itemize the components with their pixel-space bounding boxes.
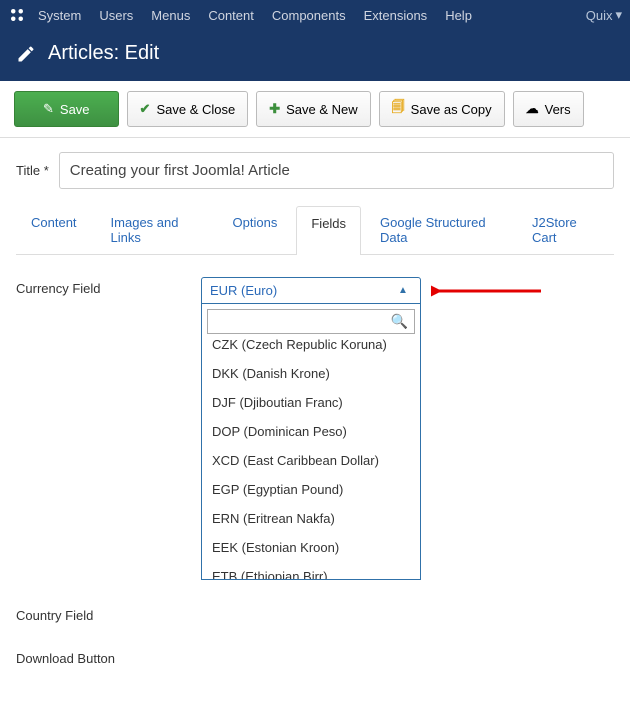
save-new-button[interactable]: ✚ Save & New [256,91,370,127]
tab-images-links[interactable]: Images and Links [96,205,214,254]
currency-select-display[interactable]: EUR (Euro) ▲ [201,277,421,304]
search-icon: 🔍 [391,313,408,330]
toolbar: ✎ Save ✔ Save & Close ✚ Save & New 🗐 Sav… [0,81,630,138]
download-button-row: Download Button [16,647,614,666]
menu-components[interactable]: Components [272,8,346,23]
menu-content[interactable]: Content [208,8,254,23]
versions-button[interactable]: ☁ Vers [513,91,584,127]
copy-icon: 🗐 [392,98,405,120]
versions-icon: ☁ [526,101,539,117]
save-copy-button[interactable]: 🗐 Save as Copy [379,91,505,127]
menu-users[interactable]: Users [99,8,133,23]
menu-menus[interactable]: Menus [151,8,190,23]
currency-option[interactable]: DOP (Dominican Peso) [202,417,420,446]
currency-option[interactable]: EEK (Estonian Kroon) [202,533,420,562]
save-close-button[interactable]: ✔ Save & Close [127,91,249,127]
top-menu-bar: System Users Menus Content Components Ex… [0,0,630,30]
currency-options-list[interactable]: CZK (Czech Republic Koruna) DKK (Danish … [202,339,420,579]
currency-option[interactable]: ETB (Ethiopian Birr) [202,562,420,579]
country-field-row: Country Field [16,604,614,623]
currency-option[interactable]: DJF (Djiboutian Franc) [202,388,420,417]
tab-j2store-cart[interactable]: J2Store Cart [517,205,610,254]
menu-extensions[interactable]: Extensions [364,8,428,23]
country-field-label: Country Field [16,604,201,623]
currency-option[interactable]: DKK (Danish Krone) [202,359,420,388]
tab-options[interactable]: Options [218,205,293,254]
download-button-label: Download Button [16,647,201,666]
pencil-icon [16,44,36,64]
save-button[interactable]: ✎ Save [14,91,119,127]
currency-dropdown: 🔍 CZK (Czech Republic Koruna) DKK (Danis… [201,304,421,580]
menu-quix[interactable]: Quix ▾ [586,7,622,23]
annotation-arrow [431,281,551,301]
plus-icon: ✚ [269,101,280,117]
check-icon: ✎ [43,101,54,117]
currency-select[interactable]: EUR (Euro) ▲ 🔍 CZK (Czech Republic Korun… [201,277,421,580]
tab-google-structured-data[interactable]: Google Structured Data [365,205,513,254]
menu-help[interactable]: Help [445,8,472,23]
currency-field-row: Currency Field EUR (Euro) ▲ 🔍 CZK (Czech… [16,277,614,580]
tab-fields[interactable]: Fields [296,206,361,255]
currency-option[interactable]: CZK (Czech Republic Koruna) [202,339,420,359]
title-input[interactable] [59,152,614,189]
currency-option[interactable]: ERN (Eritrean Nakfa) [202,504,420,533]
joomla-logo-icon [8,6,26,24]
top-menu: System Users Menus Content Components Ex… [38,8,472,23]
currency-search-input[interactable] [207,309,415,334]
title-row: Title * [16,152,614,189]
tab-content[interactable]: Content [16,205,92,254]
currency-field-label: Currency Field [16,277,201,580]
title-label: Title * [16,163,49,178]
menu-system[interactable]: System [38,8,81,23]
check-icon: ✔ [140,101,151,117]
page-title: Articles: Edit [48,42,159,65]
tabs: Content Images and Links Options Fields … [16,205,614,255]
chevron-down-icon: ▾ [615,7,622,23]
chevron-up-icon: ▲ [394,285,412,296]
currency-option[interactable]: EGP (Egyptian Pound) [202,475,420,504]
currency-option[interactable]: XCD (East Caribbean Dollar) [202,446,420,475]
page-header: Articles: Edit [0,30,630,81]
